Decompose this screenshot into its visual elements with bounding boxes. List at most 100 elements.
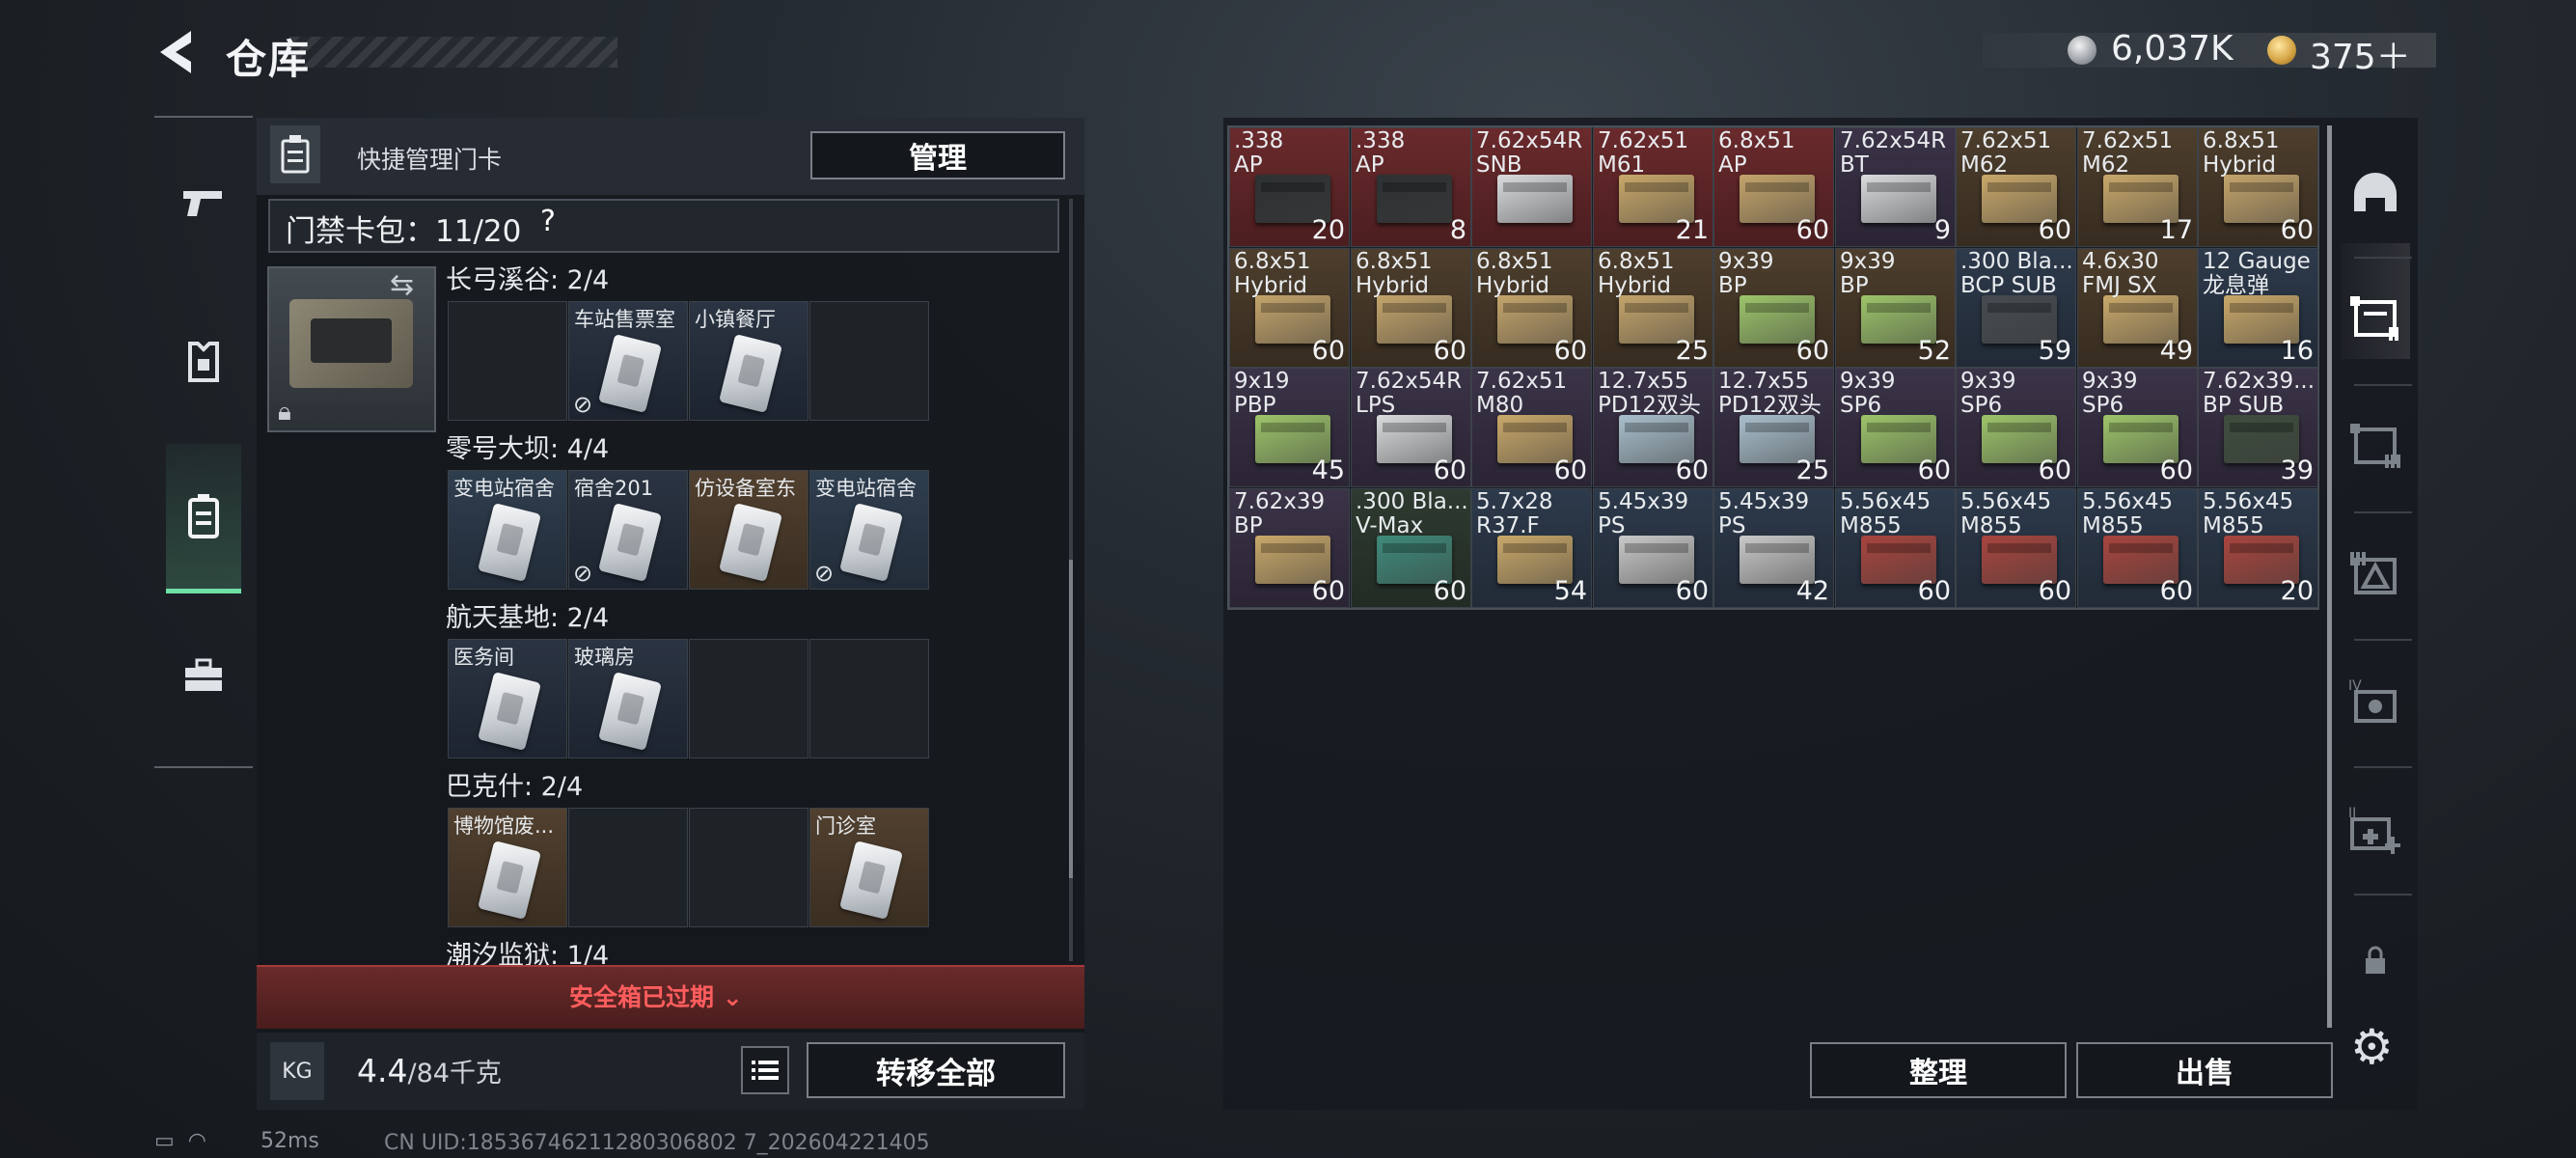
item-name: 4.6x30 FMJ SX: [2082, 249, 2159, 298]
inventory-item[interactable]: 9x39 SP6 60: [1835, 368, 1956, 487]
inventory-item[interactable]: 5.56x45 M855 60: [2077, 488, 2198, 608]
keycard-slot[interactable]: 仿设备室东: [689, 470, 808, 590]
item-count: 60: [1675, 455, 1709, 485]
keycard-scrollbar-thumb[interactable]: [1069, 560, 1073, 878]
nav-weapons[interactable]: [154, 130, 253, 275]
inventory-item[interactable]: 7.62x51 M80 60: [1471, 368, 1592, 487]
manage-button[interactable]: 管理: [810, 131, 1065, 179]
right-nav-helmet[interactable]: [2341, 135, 2410, 251]
transfer-all-button[interactable]: 转移全部: [807, 1042, 1065, 1098]
inventory-item[interactable]: 5.56x45 M855 20: [2198, 488, 2318, 608]
inventory-item[interactable]: 5.56x45 M855 60: [1835, 488, 1956, 608]
keycard-slot[interactable]: 变电站宿舍 ⊘: [809, 470, 929, 590]
inventory-item[interactable]: 7.62x51 M62 17: [2077, 127, 2198, 247]
ammo-box-icon: [1861, 175, 1936, 223]
keycard-slot-empty[interactable]: [689, 639, 808, 758]
nav-equipment[interactable]: [154, 603, 253, 748]
item-count: 42: [1795, 576, 1829, 606]
keycard-slot-empty[interactable]: [689, 808, 808, 927]
keycard-slot-empty[interactable]: [568, 808, 688, 927]
inventory-item[interactable]: 6.8x51 Hybrid 60: [1471, 248, 1592, 368]
keycard-slot[interactable]: 博物馆废...: [448, 808, 567, 927]
inventory-scrollbar[interactable]: [2327, 125, 2332, 1028]
keycard-slot[interactable]: 宿舍201 ⊘: [568, 470, 688, 590]
gear-icon[interactable]: ⚙: [2350, 1019, 2394, 1075]
inventory-item[interactable]: .338 AP 20: [1229, 127, 1350, 247]
keycard-slot[interactable]: 玻璃房: [568, 639, 688, 758]
inventory-item[interactable]: 9x39 BP 52: [1835, 248, 1956, 368]
item-name: 9x39 SP6: [1960, 369, 2016, 418]
inventory-item[interactable]: 7.62x54R SNB: [1471, 127, 1592, 247]
keycard-slot[interactable]: 车站售票室 ⊘: [568, 301, 688, 421]
keycard-slot-empty[interactable]: [448, 301, 567, 421]
item-name: .300 Bla... BCP SUB: [1960, 249, 2073, 298]
inventory-item[interactable]: 12.7x55 PD12双头 25: [1713, 368, 1834, 487]
help-icon[interactable]: ?: [540, 205, 556, 238]
inventory-item[interactable]: 6.8x51 Hybrid 25: [1593, 248, 1713, 368]
inventory-item[interactable]: 7.62x39 BP 60: [1229, 488, 1350, 608]
right-nav-storage-3[interactable]: [2341, 516, 2410, 632]
inventory-item[interactable]: 7.62x39... BP SUB 39: [2198, 368, 2318, 487]
keycard-slot[interactable]: 门诊室: [809, 808, 929, 927]
inventory-item[interactable]: .300 Bla... BCP SUB 59: [1956, 248, 2076, 368]
item-name: 5.45x39 PS: [1718, 489, 1810, 538]
keycard-slot-empty[interactable]: [809, 639, 929, 758]
armor-icon: [188, 342, 219, 382]
lock-icon: 🔒︎: [278, 398, 291, 427]
item-count: 60: [1433, 576, 1466, 606]
item-name: 6.8x51 Hybrid: [1356, 249, 1433, 298]
inventory-item[interactable]: 5.45x39 PS 42: [1713, 488, 1834, 608]
inventory-item[interactable]: 6.8x51 AP 60: [1713, 127, 1834, 247]
keycard-slot-empty[interactable]: [809, 301, 929, 421]
item-name: 7.62x51 M80: [1476, 369, 1568, 418]
keycard-slot[interactable]: 变电站宿舍: [448, 470, 567, 590]
right-nav-storage-add[interactable]: II: [2341, 772, 2410, 888]
item-count: 20: [1311, 215, 1345, 245]
inventory-item[interactable]: 6.8x51 Hybrid 60: [1351, 248, 1471, 368]
inventory-item[interactable]: .300 Bla... V-Max 60: [1351, 488, 1471, 608]
back-icon[interactable]: [154, 27, 199, 77]
inventory-item[interactable]: 12.7x55 PD12双头 60: [1593, 368, 1713, 487]
inventory-item[interactable]: 5.7x28 R37.F 54: [1471, 488, 1592, 608]
item-count: 25: [1795, 455, 1829, 485]
item-count: 60: [2280, 215, 2314, 245]
inventory-item[interactable]: 7.62x54R LPS 60: [1351, 368, 1471, 487]
right-nav-storage-4[interactable]: IV: [2341, 645, 2410, 760]
nav-keycards[interactable]: [154, 444, 253, 589]
inventory-item[interactable]: .338 AP 8: [1351, 127, 1471, 247]
right-nav-storage-1[interactable]: [2341, 259, 2410, 374]
inventory-item[interactable]: 5.56x45 M855 60: [1956, 488, 2076, 608]
currency-gold-amount[interactable]: 375＋: [2310, 29, 2411, 79]
inventory-item[interactable]: 9x19 PBP 45: [1229, 368, 1350, 487]
inventory-item[interactable]: 5.45x39 PS 60: [1593, 488, 1713, 608]
quick-manage-label: 快捷管理门卡: [357, 146, 503, 174]
nav-armor[interactable]: [154, 290, 253, 434]
keycard-slot[interactable]: 医务间: [448, 639, 567, 758]
swap-icon[interactable]: ⇆: [390, 268, 414, 302]
item-count: 60: [2159, 455, 2193, 485]
right-nav-lock[interactable]: [2341, 903, 2410, 1019]
inventory-item[interactable]: 9x39 BP 60: [1713, 248, 1834, 368]
inventory-item[interactable]: 6.8x51 Hybrid 60: [2198, 127, 2318, 247]
inventory-item[interactable]: 9x39 SP6 60: [1956, 368, 2076, 487]
inventory-item[interactable]: 12 Gauge 龙息弹 16: [2198, 248, 2318, 368]
sell-button[interactable]: 出售: [2076, 1042, 2333, 1098]
title-stripe: [289, 37, 617, 68]
inventory-item[interactable]: 7.62x51 M62 60: [1956, 127, 2076, 247]
inventory-item[interactable]: 7.62x54R BT 9: [1835, 127, 1956, 247]
sort-button[interactable]: 整理: [1810, 1042, 2067, 1098]
item-count: 49: [2159, 336, 2193, 366]
right-nav-storage-2[interactable]: [2341, 386, 2410, 502]
safe-box-expired-label: 安全箱已过期: [569, 983, 715, 1011]
inventory-item[interactable]: 7.62x51 M61 21: [1593, 127, 1713, 247]
keycard-slot[interactable]: 小镇餐厅: [689, 301, 808, 421]
inventory-item[interactable]: 6.8x51 Hybrid 60: [1229, 248, 1350, 368]
inventory-item[interactable]: 9x39 SP6 60: [2077, 368, 2198, 487]
list-view-button[interactable]: [741, 1046, 789, 1094]
item-name: 5.56x45 M855: [1960, 489, 2052, 538]
storage-1-icon: [2350, 296, 2398, 341]
item-count: 16: [2280, 336, 2314, 366]
item-count: 60: [1795, 215, 1829, 245]
inventory-item[interactable]: 4.6x30 FMJ SX 49: [2077, 248, 2198, 368]
item-count: 21: [1675, 215, 1709, 245]
